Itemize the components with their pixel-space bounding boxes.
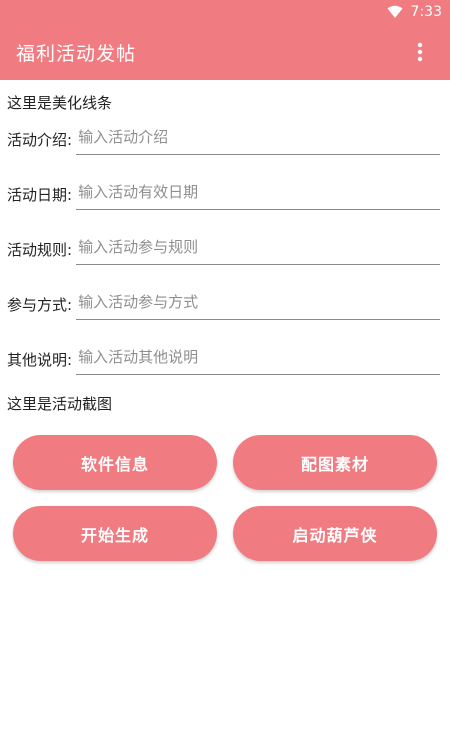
date-input[interactable]: [76, 175, 440, 210]
field-label: 其他说明:: [7, 351, 73, 369]
field-other: 其他说明:: [7, 340, 440, 387]
method-input[interactable]: [76, 285, 440, 320]
field-intro: 活动介绍:: [7, 120, 440, 167]
screenshot-label: 这里是活动截图: [7, 395, 113, 413]
field-label: 活动介绍:: [7, 131, 73, 149]
image-material-button[interactable]: 配图素材: [233, 435, 437, 490]
button-grid: 软件信息 配图素材 开始生成 启动葫芦侠: [7, 435, 440, 561]
status-bar: 7:33: [0, 0, 450, 24]
more-vert-icon[interactable]: [408, 40, 432, 64]
top-bar: 7:33 福利活动发帖: [0, 0, 450, 80]
page-title: 福利活动发帖: [16, 42, 137, 65]
launch-huluxia-button[interactable]: 启动葫芦侠: [233, 506, 437, 561]
app-bar: 福利活动发帖: [0, 24, 450, 80]
field-rules: 活动规则:: [7, 230, 440, 277]
software-info-button[interactable]: 软件信息: [13, 435, 217, 490]
field-label: 参与方式:: [7, 296, 73, 314]
form-content: 这里是美化线条 活动介绍: 活动日期: 活动规则: 参与方式: 其他说明: 这里…: [0, 92, 450, 561]
other-input[interactable]: [76, 340, 440, 375]
field-label: 活动日期:: [7, 186, 73, 204]
wifi-icon: [387, 5, 403, 18]
start-generate-button[interactable]: 开始生成: [13, 506, 217, 561]
intro-input[interactable]: [76, 120, 440, 155]
field-method: 参与方式:: [7, 285, 440, 332]
decoration-line-label: 这里是美化线条: [7, 94, 113, 112]
field-label: 活动规则:: [7, 241, 73, 259]
rules-input[interactable]: [76, 230, 440, 265]
status-time: 7:33: [410, 4, 442, 20]
field-date: 活动日期:: [7, 175, 440, 222]
